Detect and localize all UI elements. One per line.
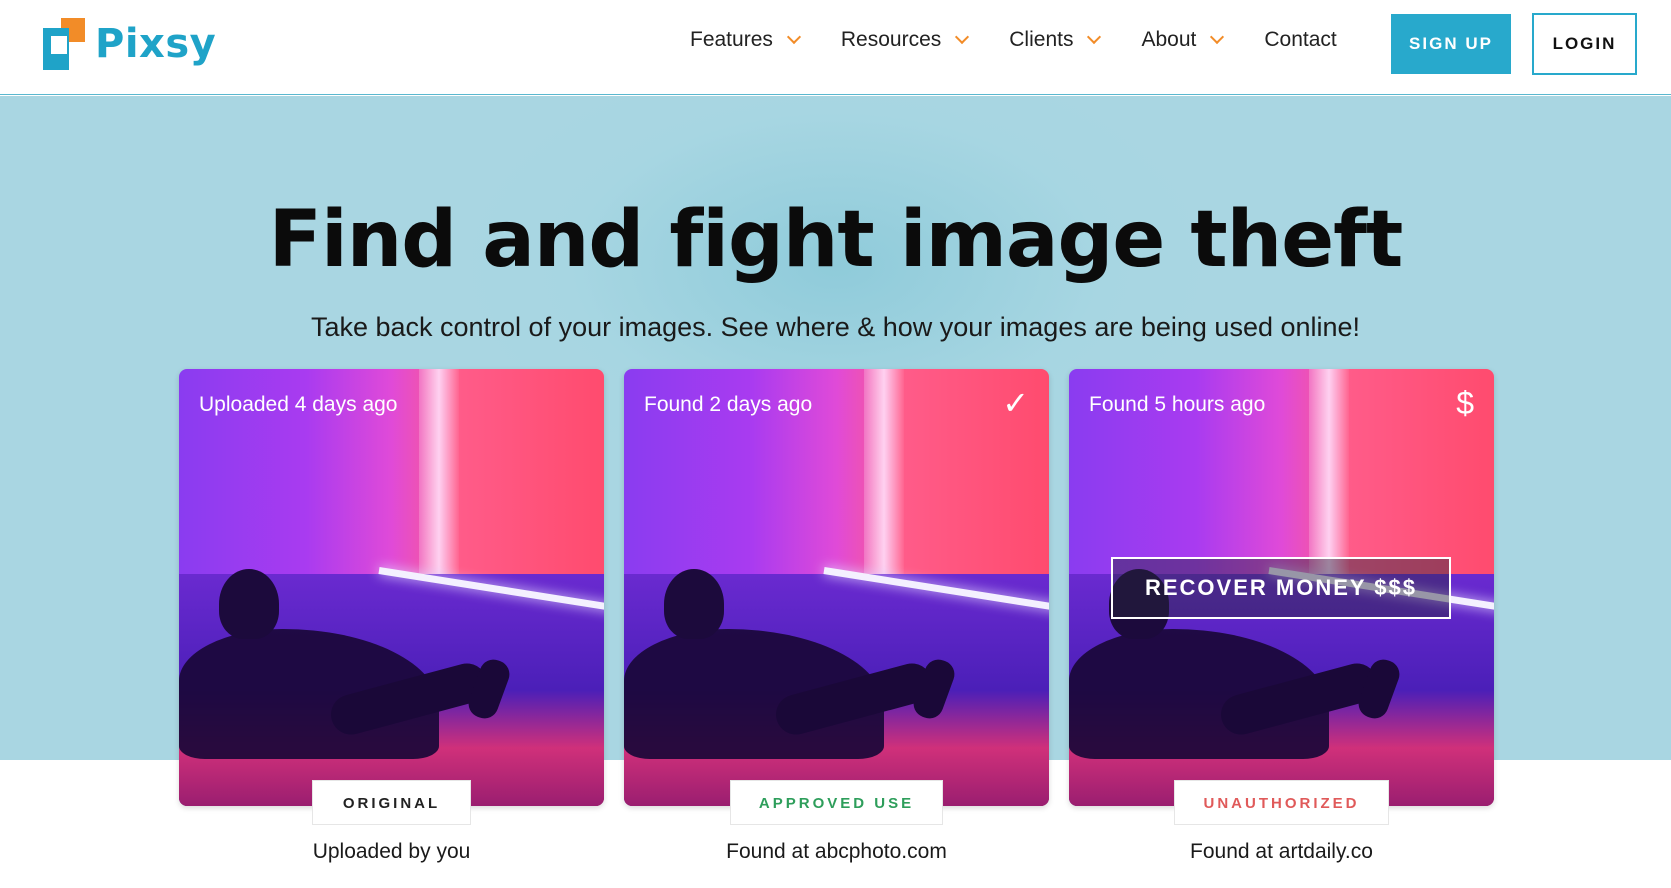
nav-resources[interactable]: Resources [840,28,970,52]
card-caption: Found 5 hours ago [1089,393,1266,416]
recover-money-button[interactable]: RECOVER MONEY $$$ [1111,557,1451,619]
pixsy-logo[interactable]: Pixsy [43,18,216,70]
chevron-down-icon [786,29,801,45]
nav-features[interactable]: Features [690,28,801,52]
card-source-label: Found at abcphoto.com [726,840,947,863]
dollar-icon: $ [1456,385,1474,421]
card-caption: Uploaded 4 days ago [199,393,398,416]
nav-contact[interactable]: Contact [1264,28,1336,52]
hero-subtitle: Take back control of your images. See wh… [310,312,1361,342]
nav-resources-label: Resources [840,28,942,51]
nav-clients[interactable]: Clients [1009,28,1102,52]
hero-title: Find and fight image theft [268,195,1404,285]
signup-button[interactable]: SIGN UP [1391,14,1511,74]
status-badge-unauthorized: UNAUTHORIZED [1174,780,1389,825]
nav-about[interactable]: About [1141,28,1225,52]
image-card-approved[interactable]: Found 2 days ago ✓ [624,369,1049,806]
status-badge-original: ORIGINAL [312,780,471,825]
chevron-down-icon [1087,29,1102,45]
image-card-unauthorized[interactable]: Found 5 hours ago $ RECOVER MONEY $$$ [1069,369,1494,806]
card-caption: Found 2 days ago [644,393,813,416]
image-card-original[interactable]: Uploaded 4 days ago [179,369,604,806]
badge-label: ORIGINAL [342,795,441,812]
checkmark-icon: ✓ [1002,385,1029,421]
pixsy-logo-icon [43,18,85,70]
badge-label: APPROVED USE [758,795,915,812]
site-header: Pixsy Features Resources Clients About C… [0,0,1671,95]
logo-text: Pixsy [95,21,217,67]
status-badge-approved: APPROVED USE [730,780,943,825]
main-nav: Features Resources Clients About Contact [690,28,1337,52]
chevron-down-icon [955,29,970,45]
card-source-label: Found at artdaily.co [1190,840,1373,863]
nav-contact-label: Contact [1264,28,1337,51]
login-button[interactable]: LOGIN [1532,13,1637,75]
nav-features-label: Features [690,28,773,51]
badge-label: UNAUTHORIZED [1203,795,1360,812]
nav-clients-label: Clients [1009,28,1074,51]
chevron-down-icon [1210,29,1225,45]
nav-about-label: About [1141,28,1197,51]
card-source-label: Uploaded by you [312,840,471,863]
